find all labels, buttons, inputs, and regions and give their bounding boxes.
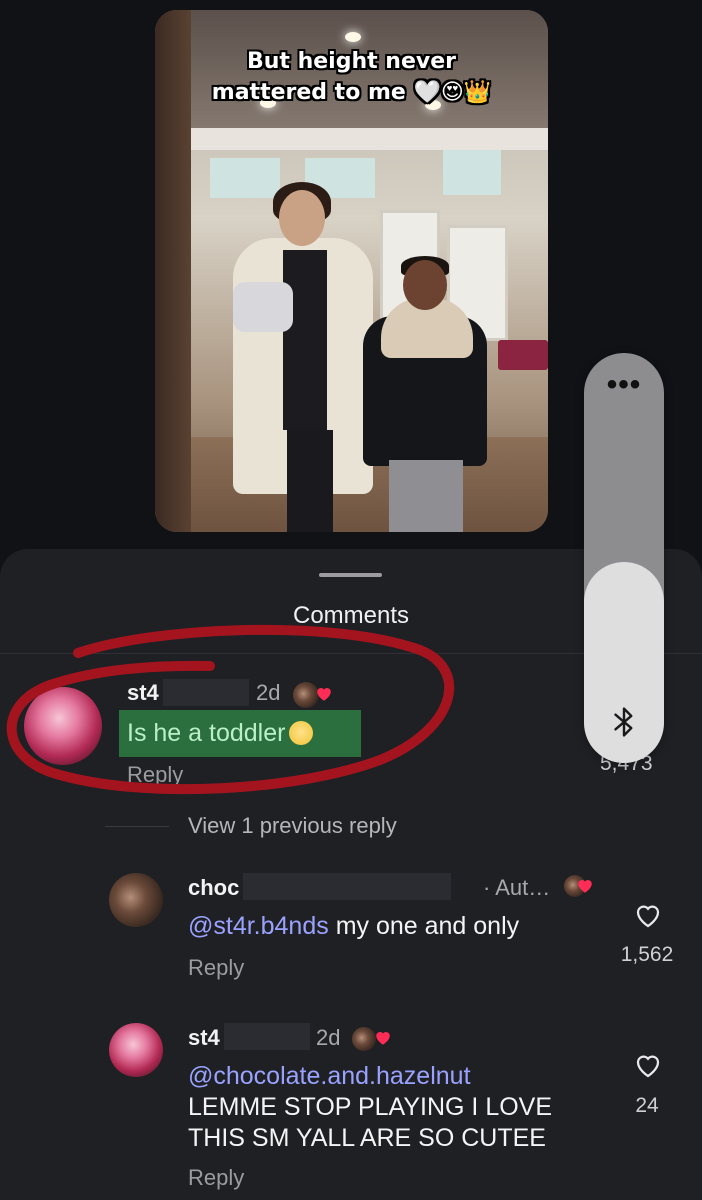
reply-text-line-2: THIS SM YALL ARE SO CUTEE <box>188 1124 546 1152</box>
reply-age: 2d <box>316 1025 341 1050</box>
video-frame[interactable]: But height never mattered to me 🤍😍👑 <box>155 10 548 532</box>
ceiling-beam <box>167 128 548 150</box>
person-short-head <box>403 260 447 310</box>
creator-liked-avatar <box>352 1027 376 1051</box>
view-previous-replies[interactable]: View 1 previous reply <box>188 813 397 839</box>
red-circle-annotation <box>6 624 455 795</box>
bluetooth-icon <box>614 707 633 737</box>
more-dots-icon[interactable]: ••• <box>584 370 664 400</box>
bench <box>498 340 548 370</box>
reply-mention-line: @chocolate.and.hazelnut <box>188 1061 471 1092</box>
reply-text: @st4r.b4nds my one and only <box>188 911 519 942</box>
person-tall-bag <box>233 282 293 332</box>
reply-username[interactable]: choc <box>188 875 239 901</box>
mention-link[interactable]: @st4r.b4nds <box>188 912 329 940</box>
reply-button[interactable]: Reply <box>188 955 244 981</box>
person-short-legs <box>389 460 463 532</box>
ceiling-light <box>345 32 361 42</box>
like-heart-icon[interactable] <box>632 1051 664 1081</box>
caption-line-1: But height never <box>246 49 456 74</box>
person-tall-legs <box>287 430 333 532</box>
creator-heart-icon <box>578 880 592 893</box>
reply-avatar[interactable] <box>109 1023 163 1077</box>
reply-username[interactable]: st4 <box>188 1025 220 1051</box>
mention-link[interactable]: @chocolate.and.hazelnut <box>188 1062 471 1090</box>
caption-line-2: mattered to me 🤍😍👑 <box>211 80 492 105</box>
window <box>210 158 280 198</box>
redacted-username <box>224 1023 310 1050</box>
video-caption: But height never mattered to me 🤍😍👑 <box>155 46 548 108</box>
window <box>443 150 501 195</box>
reply-text-line-1: LEMME STOP PLAYING I LOVE <box>188 1093 553 1121</box>
thread-line <box>105 826 169 827</box>
volume-slider[interactable]: ••• <box>584 353 664 763</box>
reply-button[interactable]: Reply <box>188 1165 244 1191</box>
redacted-username <box>243 873 451 900</box>
like-count: 1,562 <box>620 943 674 966</box>
person-tall-head <box>279 190 325 246</box>
creator-heart-icon <box>376 1032 390 1045</box>
like-count: 24 <box>635 1094 659 1117</box>
reply-age: · Aut… <box>483 875 551 900</box>
reply-text-content: my one and only <box>328 912 520 940</box>
sheet-grab-handle[interactable] <box>319 573 382 577</box>
person-tall-shirt <box>283 250 327 430</box>
reply-avatar[interactable] <box>109 873 163 927</box>
like-heart-icon[interactable] <box>632 901 664 931</box>
